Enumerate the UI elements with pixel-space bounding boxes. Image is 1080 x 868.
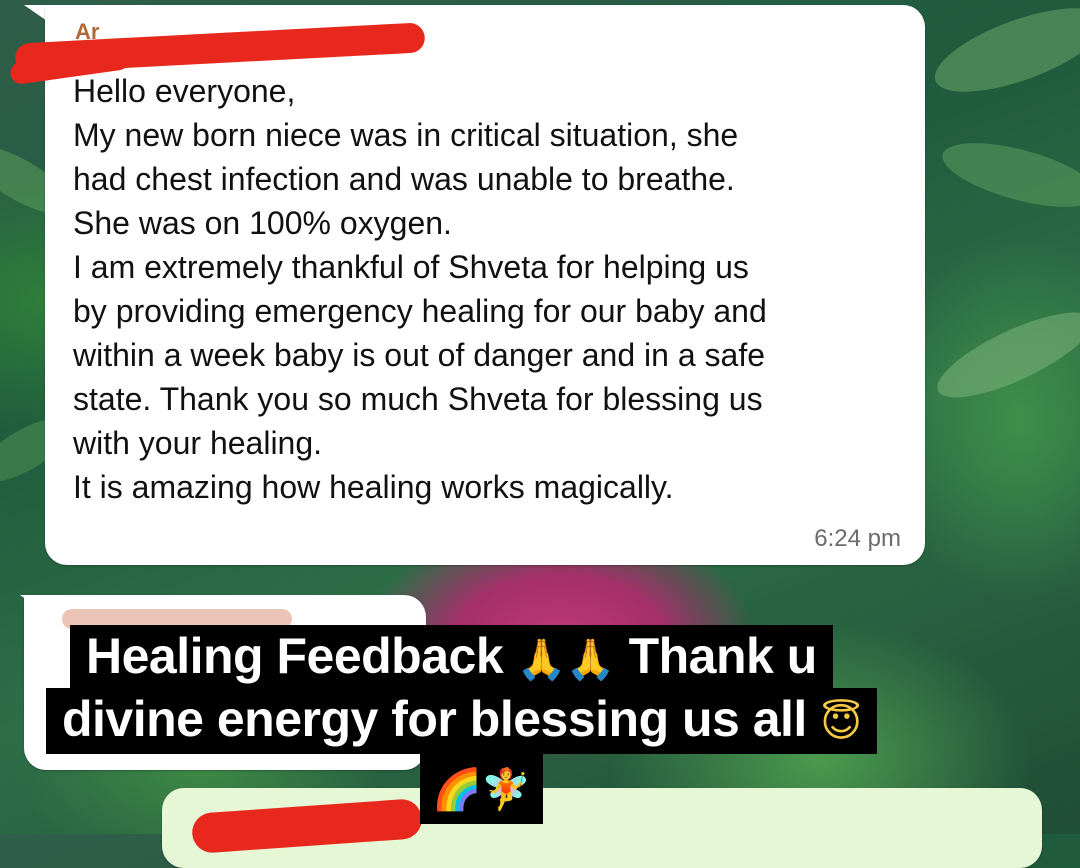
message-line: by providing emergency healing for our b…	[73, 293, 767, 329]
background-leaf	[925, 0, 1080, 109]
message-line: had chest infection and was unable to br…	[73, 161, 735, 197]
message-line: She was on 100% oxygen.	[73, 205, 452, 241]
message-bubble[interactable]	[162, 788, 1042, 868]
message-line: with your healing.	[73, 425, 323, 461]
folded-hands-icon: 🙏🙏	[516, 637, 616, 683]
caption-text: Healing Feedback	[86, 628, 504, 684]
message-text: Hello everyone, My new born niece was in…	[73, 69, 913, 509]
rainbow-fairy-icon: 🌈🧚	[432, 767, 531, 813]
message-line: within a week baby is out of danger and …	[73, 337, 765, 373]
caption-text: Thank u	[628, 628, 818, 684]
redaction-mark	[190, 798, 424, 854]
smiling-face-halo-icon: 😇	[820, 700, 862, 746]
caption-line-3: 🌈🧚	[420, 752, 543, 824]
message-timestamp: 6:24 pm	[814, 525, 901, 552]
message-line: state. Thank you so much Shveta for bles…	[73, 381, 763, 417]
caption-line-1: Healing Feedback 🙏🙏 Thank u	[70, 625, 833, 691]
caption-text: divine energy for blessing us all	[62, 691, 807, 747]
message-line: Hello everyone,	[73, 73, 296, 109]
caption-line-2: divine energy for blessing us all 😇	[46, 688, 878, 754]
background-leaf	[936, 130, 1080, 220]
message-line: I am extremely thankful of Shveta for he…	[73, 249, 749, 285]
message-line: It is amazing how healing works magicall…	[73, 469, 674, 505]
message-line: My new born niece was in critical situat…	[73, 117, 739, 153]
background-leaf	[927, 296, 1080, 414]
message-bubble[interactable]: Ar Hello everyone, My new born niece was…	[9, 5, 925, 565]
